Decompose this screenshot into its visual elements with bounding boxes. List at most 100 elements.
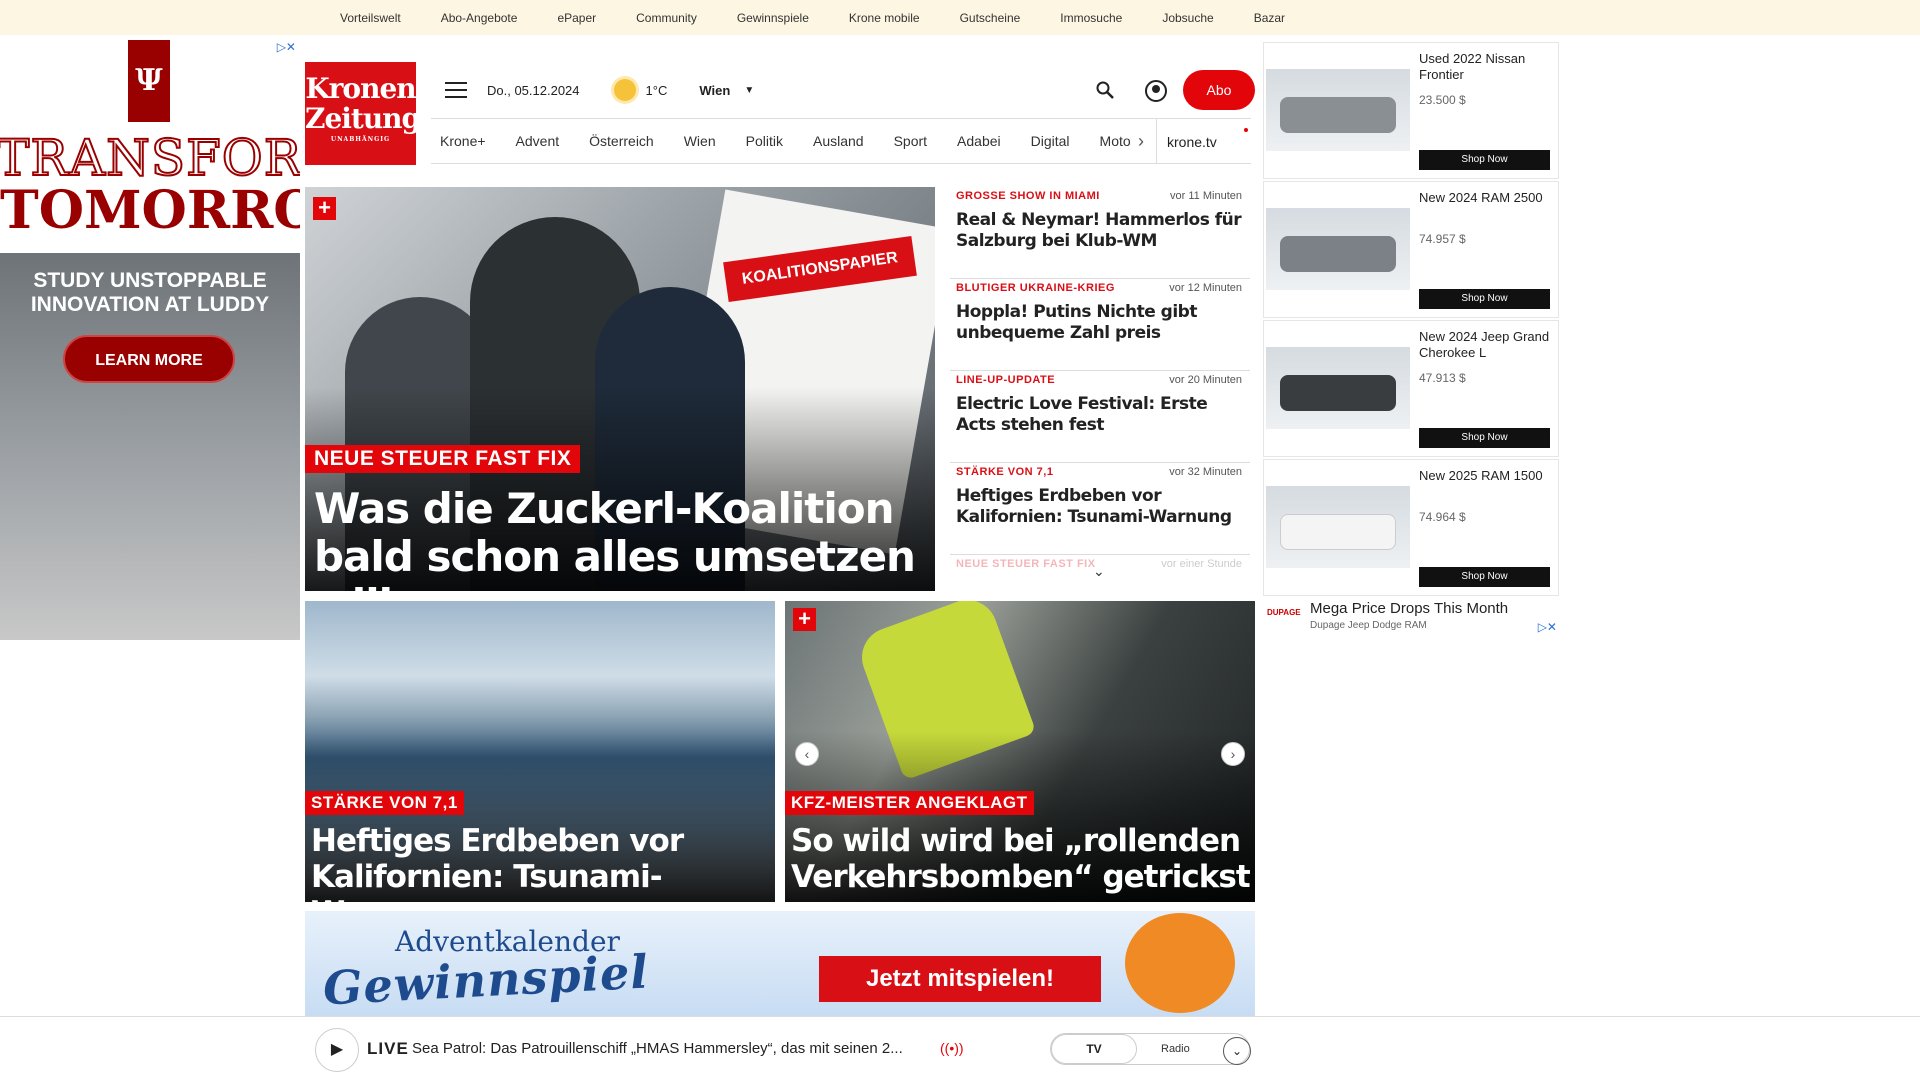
abo-button[interactable]: Abo xyxy=(1183,70,1255,110)
topbar-link-epaper[interactable]: ePaper xyxy=(557,11,596,25)
shop-now-button[interactable]: Shop Now xyxy=(1419,150,1550,170)
nav-item-digital[interactable]: Digital xyxy=(1031,133,1070,149)
car-price: 47.913 $ xyxy=(1419,371,1466,385)
header-toolbar: Do., 05.12.2024 1°C Wien ▼ Abo xyxy=(431,70,1255,110)
nav-item-ausland[interactable]: Ausland xyxy=(813,133,864,149)
topbar-link-bazar[interactable]: Bazar xyxy=(1254,11,1285,25)
city-selector[interactable]: Wien xyxy=(699,83,730,98)
play-icon[interactable]: ▶ xyxy=(315,1028,359,1072)
car-ad-card[interactable]: New 2024 RAM 2500 74.957 $ Shop Now xyxy=(1263,181,1559,318)
top-service-bar: Vorteilswelt Abo-Angebote ePaper Communi… xyxy=(0,0,1920,35)
article-card[interactable]: + KFZ-MEISTER ANGEKLAGT So wild wird bei… xyxy=(785,601,1255,902)
car-body xyxy=(1280,375,1396,411)
nav-item-advent[interactable]: Advent xyxy=(516,133,560,149)
hero-kicker: NEUE STEUER FAST FIX xyxy=(305,445,581,473)
live-player-bar: ▶ LIVE Sea Patrol: Das Patrouillenschiff… xyxy=(0,1016,1920,1080)
kronen-zeitung-logo[interactable]: Kronen Zeitung UNABHÄNGIG xyxy=(305,62,421,165)
current-date: Do., 05.12.2024 xyxy=(487,82,580,98)
sun-weather-icon xyxy=(613,79,636,101)
shop-now-button[interactable]: Shop Now xyxy=(1419,428,1550,448)
card-headline: Heftiges Erdbeben vor Kalifornien: Tsuna… xyxy=(311,823,684,902)
shop-now-button[interactable]: Shop Now xyxy=(1419,567,1550,587)
news-time: vor 32 Minuten xyxy=(1169,466,1242,478)
nav-item-wien[interactable]: Wien xyxy=(684,133,716,149)
topbar-link-krone-mobile[interactable]: Krone mobile xyxy=(849,11,920,25)
car-price: 74.957 $ xyxy=(1419,232,1466,246)
carousel-next-arrow-icon[interactable]: › xyxy=(1221,742,1245,766)
news-ticker-list: GROSSE SHOW IN MIAMI vor 11 Minuten Real… xyxy=(950,187,1250,587)
car-image xyxy=(1266,69,1410,151)
card-headline: So wild wird bei „rollenden Verkehrsbomb… xyxy=(791,823,1251,895)
tv-toggle-option[interactable]: TV xyxy=(1051,1034,1137,1064)
card-kicker: KFZ-MEISTER ANGEKLAGT xyxy=(785,791,1034,815)
topbar-link-community[interactable]: Community xyxy=(636,11,697,25)
car-body xyxy=(1280,514,1396,550)
shop-now-button[interactable]: Shop Now xyxy=(1419,289,1550,309)
news-item[interactable]: LINE-UP-UPDATE vor 20 Minuten Electric L… xyxy=(950,371,1250,463)
car-ad-card[interactable]: Used 2022 Nissan Frontier 23.500 $ Shop … xyxy=(1263,42,1559,179)
ad-learn-more-button[interactable]: LEARN MORE xyxy=(63,335,235,383)
left-advertisement[interactable]: Ψ ▷✕ TRANSFORM TOMORROW STUDY UNSTOPPABL… xyxy=(0,37,300,640)
chevron-down-icon[interactable]: ▼ xyxy=(744,85,754,96)
nav-item-oesterreich[interactable]: Österreich xyxy=(589,133,654,149)
article-card[interactable]: STÄRKE VON 7,1 Heftiges Erdbeben vor Kal… xyxy=(305,601,775,902)
banner-title-2: Gewinnspiel xyxy=(321,944,650,1016)
advent-banner[interactable]: Adventkalender Gewinnspiel Jetzt mitspie… xyxy=(305,911,1255,1016)
nav-item-sport[interactable]: Sport xyxy=(894,133,927,149)
news-title: Electric Love Festival: Erste Acts stehe… xyxy=(956,394,1208,435)
ad-tagline: STUDY UNSTOPPABLE INNOVATION AT LUDDY xyxy=(30,269,270,316)
carousel-prev-arrow-icon[interactable]: ‹ xyxy=(795,742,819,766)
krone-plus-icon: + xyxy=(793,608,816,631)
news-item[interactable]: GROSSE SHOW IN MIAMI vor 11 Minuten Real… xyxy=(950,187,1250,279)
university-seal-icon: Ψ xyxy=(128,40,170,122)
expand-list-chevron-icon[interactable]: ⌄ xyxy=(1093,563,1105,580)
car-ad-card[interactable]: New 2024 Jeep Grand Cherokee L 47.913 $ … xyxy=(1263,320,1559,457)
news-title: Real & Neymar! Hammerlos für Salzburg be… xyxy=(956,210,1242,251)
topbar-link-abo-angebote[interactable]: Abo-Angebote xyxy=(441,11,518,25)
topbar-link-gewinnspiele[interactable]: Gewinnspiele xyxy=(737,11,809,25)
nav-item-krone-plus[interactable]: Krone+ xyxy=(440,133,486,149)
site-header: Kronen Zeitung UNABHÄNGIG Do., 05.12.202… xyxy=(305,62,1255,166)
car-price: 23.500 $ xyxy=(1419,93,1466,107)
car-ad-card[interactable]: New 2025 RAM 1500 74.964 $ Shop Now xyxy=(1263,459,1559,596)
sponsor-footer[interactable]: DUPAGE Mega Price Drops This Month Dupag… xyxy=(1263,598,1559,646)
krone-plus-icon: + xyxy=(313,197,336,220)
news-time: vor einer Stunde xyxy=(1161,558,1242,570)
adchoices-icon[interactable]: ▷✕ xyxy=(1538,620,1557,634)
car-name: New 2024 RAM 2500 xyxy=(1419,190,1543,205)
car-image xyxy=(1266,486,1410,568)
live-label: LIVE xyxy=(367,1039,409,1058)
nav-scroll-right-icon[interactable]: › xyxy=(1131,119,1151,163)
topbar-link-immosuche[interactable]: Immosuche xyxy=(1060,11,1122,25)
nav-item-motor[interactable]: Motor xyxy=(1100,133,1136,149)
news-item[interactable]: BLUTIGER UKRAINE-KRIEG vor 12 Minuten Ho… xyxy=(950,279,1250,371)
hamburger-menu-icon[interactable] xyxy=(445,82,467,98)
user-account-icon[interactable] xyxy=(1145,80,1167,102)
ad-headline-1: TRANSFORM xyxy=(0,128,300,188)
player-title[interactable]: Sea Patrol: Das Patrouillenschiff „HMAS … xyxy=(412,1040,903,1057)
dealer-logo: DUPAGE xyxy=(1267,608,1301,617)
hero-article[interactable]: KOALITIONSPAPIER + NEUE STEUER FAST FIX … xyxy=(305,187,935,591)
radio-toggle-option[interactable]: Radio xyxy=(1161,1034,1190,1064)
ad-headline-2: TOMORROW xyxy=(0,180,300,241)
adchoices-icon[interactable]: ▷✕ xyxy=(277,40,296,54)
banner-cta-button[interactable]: Jetzt mitspielen! xyxy=(819,956,1101,1002)
expand-player-chevron-icon[interactable]: ⌄ xyxy=(1223,1037,1251,1065)
nav-item-adabei[interactable]: Adabei xyxy=(957,133,1001,149)
car-body xyxy=(1280,97,1396,133)
news-title: Heftiges Erdbeben vor Kalifornien: Tsuna… xyxy=(956,486,1232,527)
topbar-link-jobsuche[interactable]: Jobsuche xyxy=(1162,11,1213,25)
logo-line-2: Zeitung xyxy=(305,102,421,135)
nav-item-politik[interactable]: Politik xyxy=(746,133,783,149)
news-item[interactable]: STÄRKE VON 7,1 vor 32 Minuten Heftiges E… xyxy=(950,463,1250,555)
hero-headline: Was die Zuckerl-Koalition bald schon all… xyxy=(314,484,916,592)
car-price: 74.964 $ xyxy=(1419,510,1466,524)
news-time: vor 12 Minuten xyxy=(1169,282,1242,294)
topbar-link-vorteilswelt[interactable]: Vorteilswelt xyxy=(340,11,401,25)
tv-radio-toggle: TV Radio xyxy=(1050,1033,1250,1065)
fox-mascot-icon xyxy=(1125,913,1235,1013)
search-icon[interactable] xyxy=(1096,81,1114,99)
topbar-link-gutscheine[interactable]: Gutscheine xyxy=(960,11,1021,25)
sponsor-title: Mega Price Drops This Month xyxy=(1310,600,1509,617)
nav-item-krone-tv[interactable]: krone.tv xyxy=(1156,119,1217,163)
